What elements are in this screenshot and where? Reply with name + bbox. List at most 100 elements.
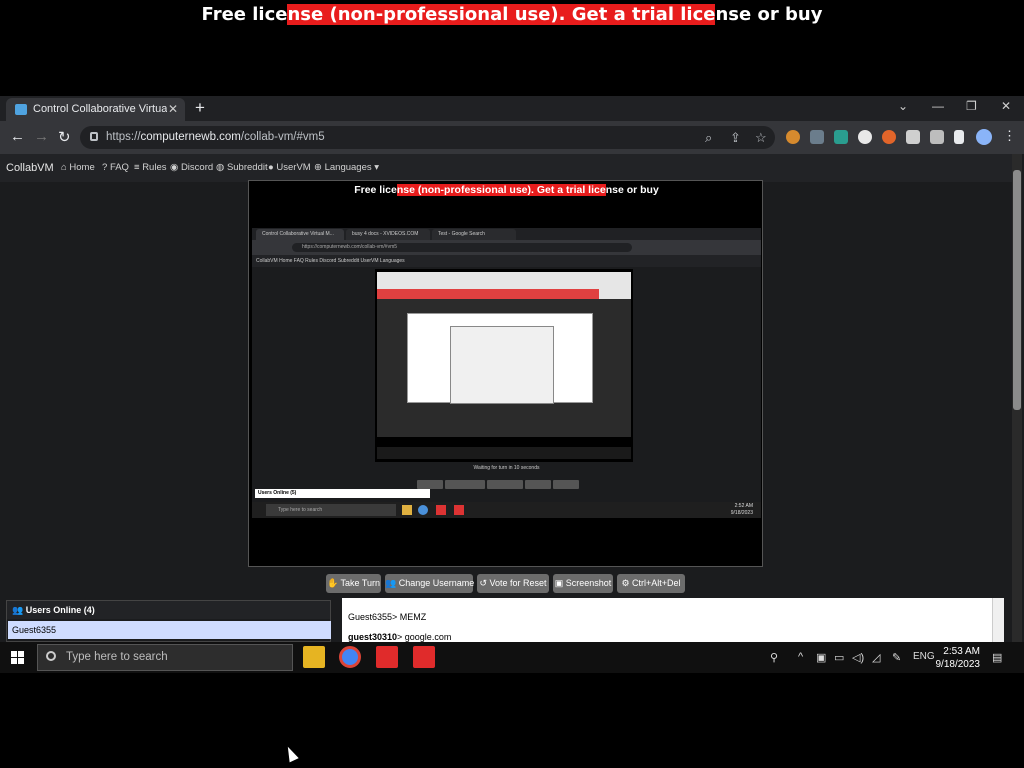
nested-dialog	[450, 326, 554, 404]
vm-clock: 2:52 AM 9/18/2023	[730, 503, 753, 516]
vm-display[interactable]: Free license (non-professional use). Get…	[248, 180, 763, 567]
vm-browser-window: Control Collaborative Virtual M... busy …	[252, 228, 761, 517]
vm-license-banner: Free license (non-professional use). Get…	[354, 184, 659, 196]
site-brand[interactable]: CollabVM	[6, 162, 54, 174]
new-tab-button[interactable]: +	[195, 98, 205, 118]
circle-extension-icon[interactable]	[858, 130, 872, 144]
license-banner: Free license (non-professional use). Get…	[0, 0, 1024, 30]
notification-icon[interactable]: ▤	[992, 651, 1002, 664]
search-icon	[46, 651, 56, 661]
language-indicator[interactable]: ENG	[913, 651, 935, 662]
anydesk-icon-1[interactable]	[376, 646, 398, 668]
vm-nested-screen	[375, 269, 633, 462]
nav-home[interactable]: ⌂ Home	[61, 162, 95, 173]
site-nav: CollabVM ⌂ Home ? FAQ ≡ Rules ◉ Discord …	[0, 154, 1012, 182]
vm-folder-icon	[402, 505, 412, 515]
forward-arrow-icon[interactable]: →	[34, 128, 49, 145]
tab-search-icon[interactable]: ⌄	[898, 99, 908, 113]
page-scroll-thumb[interactable]	[1013, 170, 1021, 410]
side-panel-icon[interactable]	[954, 130, 964, 144]
menu-kebab-icon[interactable]: ⋮	[1003, 128, 1016, 144]
windows-taskbar: Type here to search ⚲ ^ ▣ ▭ ◁) ◿ ✎ ENG 2…	[0, 642, 1024, 673]
chat-scrollbar[interactable]	[992, 598, 1004, 642]
nested-taskbar	[377, 447, 631, 459]
people-icon[interactable]: ⚲	[770, 651, 778, 664]
vm-search-box: Type here to search	[266, 504, 396, 516]
vm-tab-2: busy 4 docs - XVIDEOS.COM	[346, 229, 430, 240]
anydesk-icon-2[interactable]	[413, 646, 435, 668]
screen: Free license (non-professional use). Get…	[0, 0, 1024, 768]
vm-tab-3: Test - Google Search	[432, 229, 516, 240]
minimize-button[interactable]: —	[932, 99, 944, 113]
users-online-header: 👥 Users Online (4)	[7, 601, 330, 619]
vm-taskbar: Type here to search 2:52 AM 9/18/2023	[252, 502, 761, 518]
chrome-icon[interactable]	[339, 646, 361, 668]
license-text-highlight: nse (non-professional use). Get a trial …	[287, 4, 716, 25]
vote-reset-button[interactable]: ↺ Vote for Reset	[477, 574, 549, 593]
address-bar[interactable]: https://computernewb.com/collab-vm/#vm5 …	[80, 126, 775, 149]
user-list-item[interactable]: Guest6355	[8, 621, 331, 639]
license-text-1: Free lice	[201, 4, 288, 25]
share-icon[interactable]: ⇪	[730, 130, 741, 146]
vm-site-nav: CollabVM Home FAQ Rules Discord Subreddi…	[252, 255, 761, 267]
monitor-favicon-icon	[15, 104, 27, 115]
taskbar-search-input[interactable]: Type here to search	[37, 644, 293, 671]
nested-red-banner	[377, 289, 599, 299]
cookie-extension-icon[interactable]	[786, 130, 800, 144]
nav-languages[interactable]: ⊕ Languages ▾	[314, 162, 379, 173]
screenshot-button[interactable]: ▣ Screenshot	[553, 574, 613, 593]
browser-tab-bar: Control Collaborative Virtual Ma ✕ + ⌄ —…	[0, 96, 1024, 121]
extensions-icon[interactable]	[930, 130, 944, 144]
nav-discord[interactable]: ◉ Discord	[170, 162, 213, 173]
battery-icon[interactable]: ▭	[834, 651, 844, 664]
network-icon[interactable]: ◿	[872, 651, 880, 664]
bookmark-star-icon[interactable]: ☆	[755, 130, 767, 146]
back-arrow-icon[interactable]: ←	[10, 128, 25, 145]
vm-tab-1: Control Collaborative Virtual M...	[256, 229, 344, 240]
shield-extension-icon[interactable]	[810, 130, 824, 144]
nav-rules[interactable]: ≡ Rules	[134, 162, 166, 173]
volume-icon[interactable]: ◁)	[852, 651, 864, 664]
vm-waiting-text: Waiting for turn in 10 seconds	[473, 465, 540, 471]
chat-message: Guest6355> MEMZ	[348, 612, 427, 622]
file-explorer-icon[interactable]	[303, 646, 325, 668]
url-text: https://computernewb.com/collab-vm/#vm5	[106, 131, 325, 143]
close-window-button[interactable]: ✕	[1001, 99, 1011, 113]
users-online-panel: 👥 Users Online (4) Guest6355	[6, 600, 331, 642]
vm-nested-controls	[417, 476, 581, 489]
nav-subreddit[interactable]: ◍ Subreddit	[216, 162, 268, 173]
vm-tab-bar: Control Collaborative Virtual M... busy …	[252, 228, 761, 240]
taskbar-clock[interactable]: 2:53 AM 9/18/2023	[936, 645, 981, 671]
nav-faq[interactable]: ? FAQ	[102, 162, 129, 173]
ctrl-alt-del-button[interactable]: ⚙ Ctrl+Alt+Del	[617, 574, 685, 593]
mouse-cursor	[283, 744, 299, 763]
license-text-2: nse or buy	[715, 4, 823, 25]
profile-avatar[interactable]	[976, 129, 992, 145]
windows-start-icon[interactable]	[11, 651, 24, 664]
vm-app-icon-1	[436, 505, 446, 515]
vm-address-bar: https://computernewb.com/collab-vm/#vm5	[292, 243, 632, 252]
vm-users-online: Users Online (5)	[255, 489, 430, 498]
nav-uservm[interactable]: ● UserVM	[268, 162, 311, 173]
vm-app-icon-2	[454, 505, 464, 515]
fox-extension-icon[interactable]	[882, 130, 896, 144]
s-extension-icon[interactable]	[834, 130, 848, 144]
pen-icon[interactable]: ✎	[892, 651, 901, 664]
tray-app-icon[interactable]: ▣	[816, 651, 826, 664]
browser-toolbar: ← → ↻ https://computernewb.com/collab-vm…	[0, 121, 1024, 154]
chat-panel: Guest6355> MEMZ guest30310> google.com	[342, 598, 1004, 642]
chat-message: guest30310> google.com	[348, 632, 452, 642]
reload-icon[interactable]: ↻	[58, 128, 71, 146]
restore-button[interactable]: ❐	[966, 99, 977, 113]
lock-icon	[90, 132, 98, 141]
puzzle-extension-icon[interactable]	[906, 130, 920, 144]
change-username-button[interactable]: 👥 Change Username	[385, 574, 474, 593]
tab-close-icon[interactable]: ✕	[168, 102, 178, 116]
vm-nav-bar: https://computernewb.com/collab-vm/#vm5	[252, 240, 761, 255]
tab-title: Control Collaborative Virtual Ma	[33, 103, 167, 115]
browser-tab-active[interactable]: Control Collaborative Virtual Ma ✕	[6, 98, 185, 121]
vm-chrome-icon	[418, 505, 428, 515]
zoom-icon[interactable]: ⌕	[705, 130, 712, 146]
chevron-up-icon[interactable]: ^	[798, 651, 803, 663]
take-turn-button[interactable]: ✋ Take Turn	[326, 574, 381, 593]
